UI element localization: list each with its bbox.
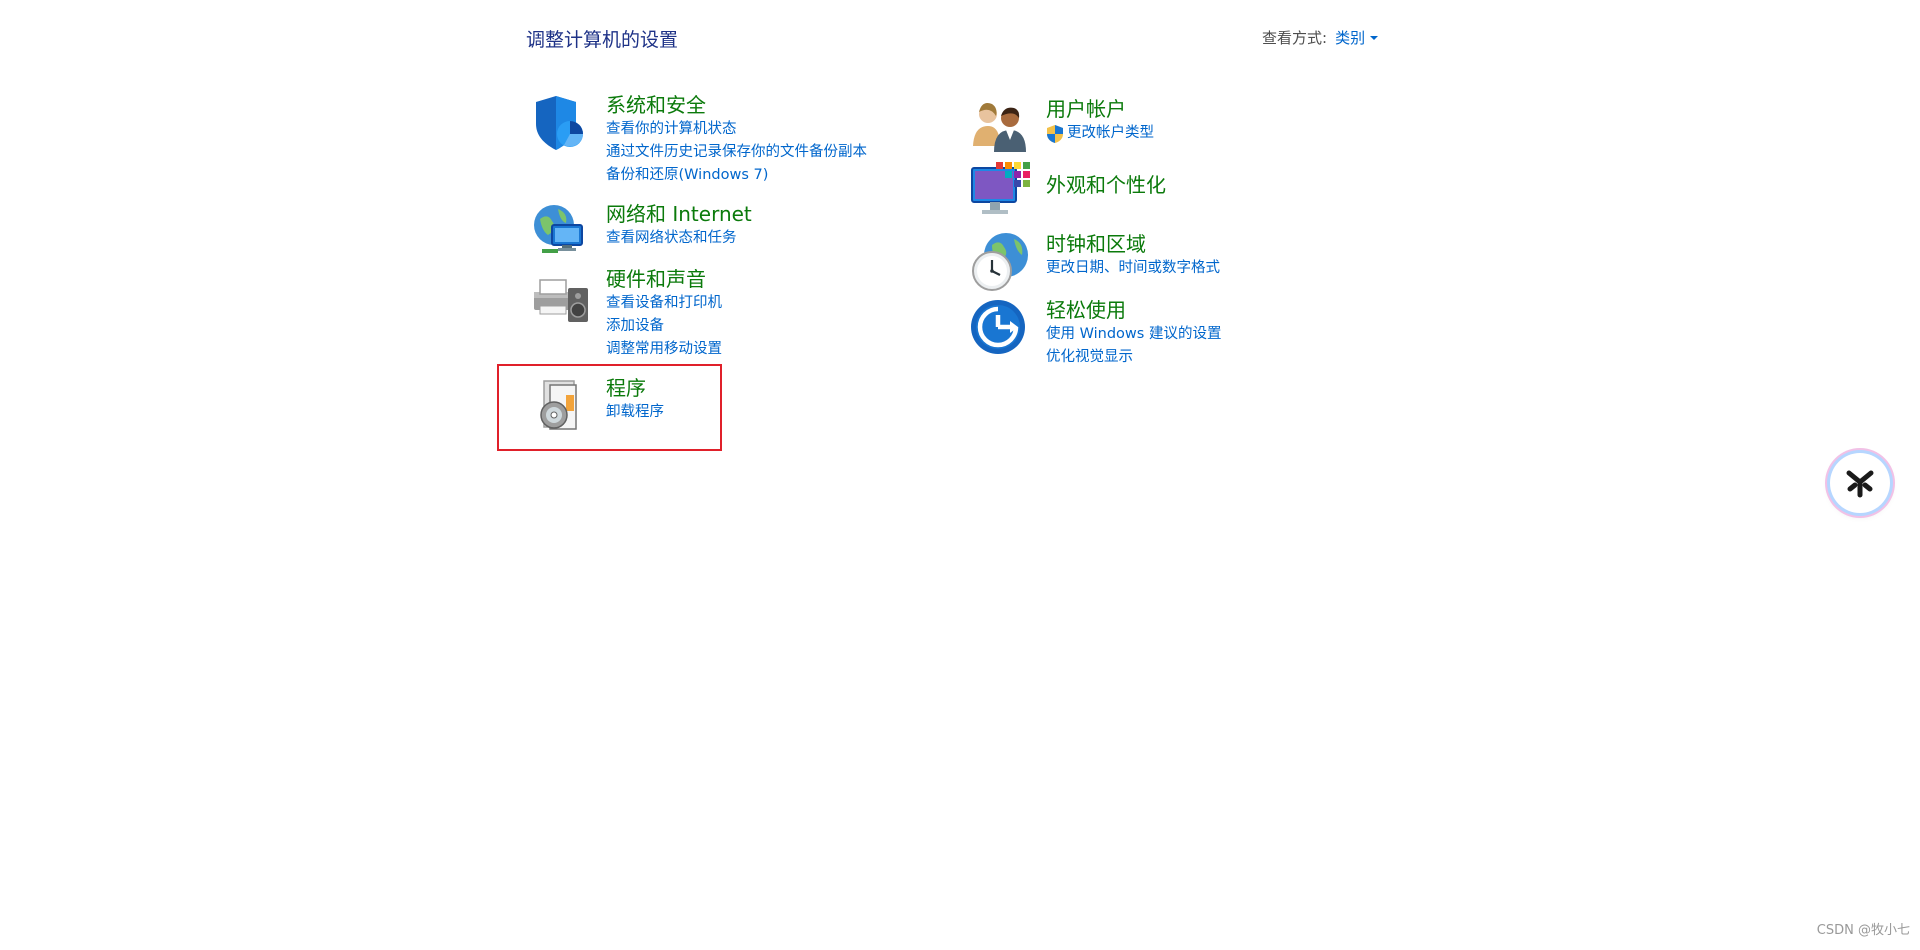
category-body: 系统和安全 查看你的计算机状态 通过文件历史记录保存你的文件备份副本 备份和还原… bbox=[606, 92, 867, 187]
shield-icon[interactable] bbox=[530, 92, 592, 154]
assistant-logo-icon bbox=[1842, 465, 1878, 501]
link-backup-restore[interactable]: 备份和还原(Windows 7) bbox=[606, 164, 867, 187]
link-change-account-type[interactable]: 更改帐户类型 bbox=[1046, 122, 1154, 145]
link-optimize-visual-display[interactable]: 优化视觉显示 bbox=[1046, 346, 1221, 369]
category-body: 时钟和区域 更改日期、时间或数字格式 bbox=[1046, 231, 1220, 280]
category-title[interactable]: 时钟和区域 bbox=[1046, 231, 1220, 257]
category-title[interactable]: 硬件和声音 bbox=[606, 266, 722, 292]
category-title[interactable]: 轻松使用 bbox=[1046, 297, 1221, 323]
ease-of-access-icon[interactable] bbox=[970, 297, 1032, 359]
view-by-label: 查看方式: bbox=[1262, 29, 1328, 47]
view-by-dropdown[interactable]: 类别 bbox=[1335, 27, 1379, 48]
users-icon[interactable] bbox=[970, 96, 1032, 158]
network-globe-icon[interactable] bbox=[530, 201, 592, 263]
link-add-device[interactable]: 添加设备 bbox=[606, 315, 722, 338]
clock-globe-icon[interactable] bbox=[970, 231, 1032, 293]
category-body: 用户帐户 更改帐户类型 bbox=[1046, 96, 1154, 145]
category-body: 外观和个性化 bbox=[1046, 160, 1166, 198]
watermark: CSDN @牧小七 bbox=[1816, 923, 1910, 938]
link-devices-printers[interactable]: 查看设备和打印机 bbox=[606, 292, 722, 315]
page-title: 调整计算机的设置 bbox=[526, 29, 679, 51]
category-title[interactable]: 外观和个性化 bbox=[1046, 172, 1166, 198]
highlight-box bbox=[497, 364, 722, 451]
category-body: 网络和 Internet 查看网络状态和任务 bbox=[606, 201, 752, 250]
chevron-down-icon bbox=[1370, 35, 1379, 40]
control-panel-page: 调整计算机的设置 查看方式: 类别 系统和安全 查看你的计算机状态 通过文件历史… bbox=[0, 0, 1920, 950]
floating-assistant-button[interactable] bbox=[1830, 453, 1890, 513]
link-view-network-status[interactable]: 查看网络状态和任务 bbox=[606, 227, 752, 250]
link-label: 更改帐户类型 bbox=[1067, 125, 1154, 141]
link-mobility-settings[interactable]: 调整常用移动设置 bbox=[606, 338, 722, 361]
view-by: 查看方式: 类别 bbox=[1262, 27, 1379, 48]
category-body: 轻松使用 使用 Windows 建议的设置 优化视觉显示 bbox=[1046, 297, 1221, 369]
uac-shield-icon bbox=[1047, 124, 1063, 143]
view-by-value: 类别 bbox=[1335, 29, 1366, 47]
link-view-computer-status[interactable]: 查看你的计算机状态 bbox=[606, 118, 867, 141]
category-title[interactable]: 系统和安全 bbox=[606, 92, 867, 118]
link-recommended-settings[interactable]: 使用 Windows 建议的设置 bbox=[1046, 323, 1221, 346]
printer-speaker-icon[interactable] bbox=[530, 266, 592, 328]
category-title[interactable]: 网络和 Internet bbox=[606, 201, 752, 227]
link-file-history-backup[interactable]: 通过文件历史记录保存你的文件备份副本 bbox=[606, 141, 867, 164]
category-body: 硬件和声音 查看设备和打印机 添加设备 调整常用移动设置 bbox=[606, 266, 722, 361]
display-palette-icon[interactable] bbox=[970, 160, 1032, 222]
category-title[interactable]: 用户帐户 bbox=[1046, 96, 1154, 122]
link-change-date-time-format[interactable]: 更改日期、时间或数字格式 bbox=[1046, 257, 1220, 280]
